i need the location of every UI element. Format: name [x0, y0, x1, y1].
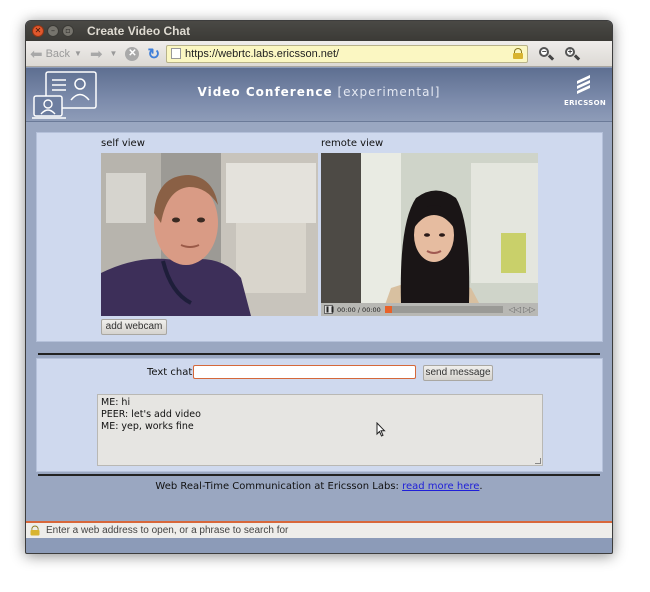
- page-title: Video Conference [experimental]: [26, 85, 612, 99]
- footer-period: .: [479, 481, 483, 492]
- web-page: Video Conference [experimental] ERICSSON…: [26, 68, 612, 538]
- back-history-dropdown-icon[interactable]: ▼: [74, 49, 82, 58]
- close-window-button[interactable]: ✕: [32, 25, 44, 37]
- chat-message-input[interactable]: [193, 365, 416, 379]
- top-divider: [38, 353, 600, 355]
- zoom-in-icon[interactable]: +: [564, 46, 581, 62]
- page-header: Video Conference [experimental] ERICSSON: [26, 68, 612, 122]
- forward-history-dropdown-icon[interactable]: ▼: [110, 49, 118, 58]
- back-arrow-icon: ⬅: [30, 45, 43, 63]
- bottom-divider: [38, 474, 600, 476]
- page-favicon-icon: [171, 48, 182, 59]
- window-title: Create Video Chat: [87, 24, 191, 38]
- page-title-main: Video Conference: [197, 85, 333, 99]
- self-view-video[interactable]: [101, 153, 318, 316]
- fast-forward-icon[interactable]: ▷▷: [523, 305, 535, 314]
- video-time: 00:00 / 00:00: [337, 305, 381, 314]
- remote-view-video[interactable]: ❚❚ 00:00 / 00:00 ◁◁ ▷▷: [321, 153, 538, 316]
- page-title-suffix: [experimental]: [337, 85, 441, 99]
- address-bar[interactable]: https://webrtc.labs.ericsson.net/: [166, 44, 529, 63]
- forward-button[interactable]: ➡ ▼: [90, 45, 118, 63]
- text-chat-label: Text chat: [147, 367, 193, 378]
- video-progress-knob[interactable]: [384, 306, 392, 313]
- video-controls: ❚❚ 00:00 / 00:00 ◁◁ ▷▷: [321, 303, 538, 316]
- zoom-out-icon[interactable]: −: [538, 46, 555, 62]
- navigation-toolbar: ⬅ Back ▼ ➡ ▼ ✕ ↻ https://webrtc.labs.eri…: [26, 41, 612, 67]
- chat-panel: Text chat send message ME: hi PEER: let'…: [36, 358, 603, 472]
- self-view-label: self view: [101, 138, 145, 149]
- status-text: Enter a web address to open, or a phrase…: [46, 525, 289, 536]
- back-label: Back: [45, 47, 71, 60]
- ericsson-logo: ERICSSON: [564, 74, 607, 107]
- remote-view-label: remote view: [321, 138, 384, 149]
- status-bar: Enter a web address to open, or a phrase…: [26, 521, 612, 538]
- stop-icon[interactable]: ✕: [125, 46, 140, 61]
- forward-arrow-icon: ➡: [89, 45, 103, 63]
- back-button[interactable]: ⬅ Back ▼: [30, 45, 82, 63]
- resize-grip-icon[interactable]: [535, 458, 541, 464]
- address-url[interactable]: https://webrtc.labs.ericsson.net/: [185, 48, 513, 60]
- minimize-window-button[interactable]: –: [47, 25, 59, 37]
- chat-log-line: ME: hi: [101, 397, 131, 408]
- browser-window: ✕ – ▫ Create Video Chat ⬅ Back ▼ ➡ ▼ ✕ ↻…: [25, 20, 613, 554]
- ericsson-mark-icon: [577, 75, 590, 94]
- title-bar: ✕ – ▫ Create Video Chat: [26, 21, 612, 41]
- rewind-icon[interactable]: ◁◁: [509, 305, 521, 314]
- maximize-window-button[interactable]: ▫: [62, 25, 74, 37]
- page-footer: Web Real-Time Communication at Ericsson …: [26, 481, 612, 492]
- read-more-link[interactable]: read more here: [402, 481, 479, 492]
- status-lock-icon: [30, 525, 40, 536]
- pause-icon[interactable]: ❚❚: [324, 305, 335, 314]
- ericsson-wordmark: ERICSSON: [564, 99, 607, 107]
- add-webcam-button[interactable]: add webcam: [101, 319, 167, 335]
- chat-log-line: ME: yep, works fine: [101, 421, 194, 432]
- chat-log[interactable]: ME: hi PEER: let's add video ME: yep, wo…: [97, 394, 543, 466]
- footer-text: Web Real-Time Communication at Ericsson …: [155, 481, 403, 492]
- video-progress-slider[interactable]: [384, 306, 503, 313]
- send-message-button[interactable]: send message: [423, 365, 493, 381]
- chat-log-line: PEER: let's add video: [101, 409, 201, 420]
- reload-icon[interactable]: ↻: [147, 45, 160, 63]
- mouse-cursor-icon: [376, 422, 386, 437]
- secure-lock-icon[interactable]: [513, 48, 524, 59]
- video-panel: self view remote view ❚❚ 00:00 / 00:00 ◁…: [36, 132, 603, 342]
